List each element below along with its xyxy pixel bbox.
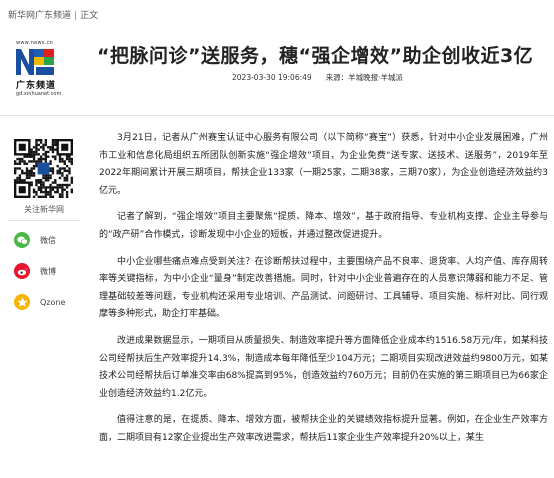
channel-url: gd.xinhuanet.com (16, 91, 62, 97)
article-body: 3月21日，记者从广州赛宝认证中心服务有限公司（以下简称“赛宝”）获悉，针对中小… (99, 130, 548, 457)
article-paragraph: 记者了解到，“强企增效”项目主要聚焦“提质、降本、增效”，基于政府指导、专业机构… (99, 212, 548, 240)
share-wechat-button[interactable]: 微信 (14, 232, 56, 248)
article-title: “把脉问诊”送服务，穗“强企增效”助企创收近3亿 (97, 45, 534, 67)
header-divider (0, 115, 554, 116)
logo-url: www.news.cn (16, 40, 54, 46)
qzone-icon (14, 294, 30, 310)
share-weibo-button[interactable]: 微博 (14, 263, 56, 279)
article-paragraph: 3月21日，记者从广州赛宝认证中心服务有限公司（以下简称“赛宝”）获悉，针对中小… (99, 133, 548, 196)
share-qzone-label: Qzone (40, 297, 66, 307)
breadcrumb-current: 正文 (80, 11, 99, 21)
article-paragraph: 中小企业哪些痛点难点受到关注？在诊断帮扶过程中，主要围绕产品不良率、退货率、人均… (99, 256, 548, 320)
breadcrumb: 新华网广东频道 | 正文 (8, 8, 98, 21)
sidebar-divider (8, 220, 80, 221)
publish-date: 2023-03-30 19:06:49 (232, 73, 312, 82)
breadcrumb-site-link[interactable]: 新华网广东频道 (8, 11, 71, 21)
article-paragraph: 改进成果数据显示，一期项目从质量损失、制造效率提升等方面降低企业成本约1516.… (99, 335, 548, 399)
article-meta: 2023-03-30 19:06:49 来源：羊城晚报·羊城派 (232, 72, 403, 83)
qr-code (14, 139, 74, 198)
breadcrumb-separator: | (74, 11, 78, 21)
qr-code-graphic (14, 139, 73, 198)
share-wechat-label: 微信 (40, 235, 56, 245)
share-weibo-label: 微博 (40, 266, 56, 276)
follow-label: 关注新华网 (24, 205, 64, 214)
article-paragraph: 值得注意的是，在提质、降本、增效方面，被帮扶企业的关键绩效指标提升显著。例如，在… (99, 415, 548, 443)
weibo-icon (14, 263, 30, 279)
channel-name: 广东频道 (16, 81, 57, 91)
wechat-icon (14, 232, 30, 248)
article-source: 来源：羊城晚报·羊城派 (325, 73, 404, 82)
share-qzone-button[interactable]: Qzone (14, 294, 65, 310)
